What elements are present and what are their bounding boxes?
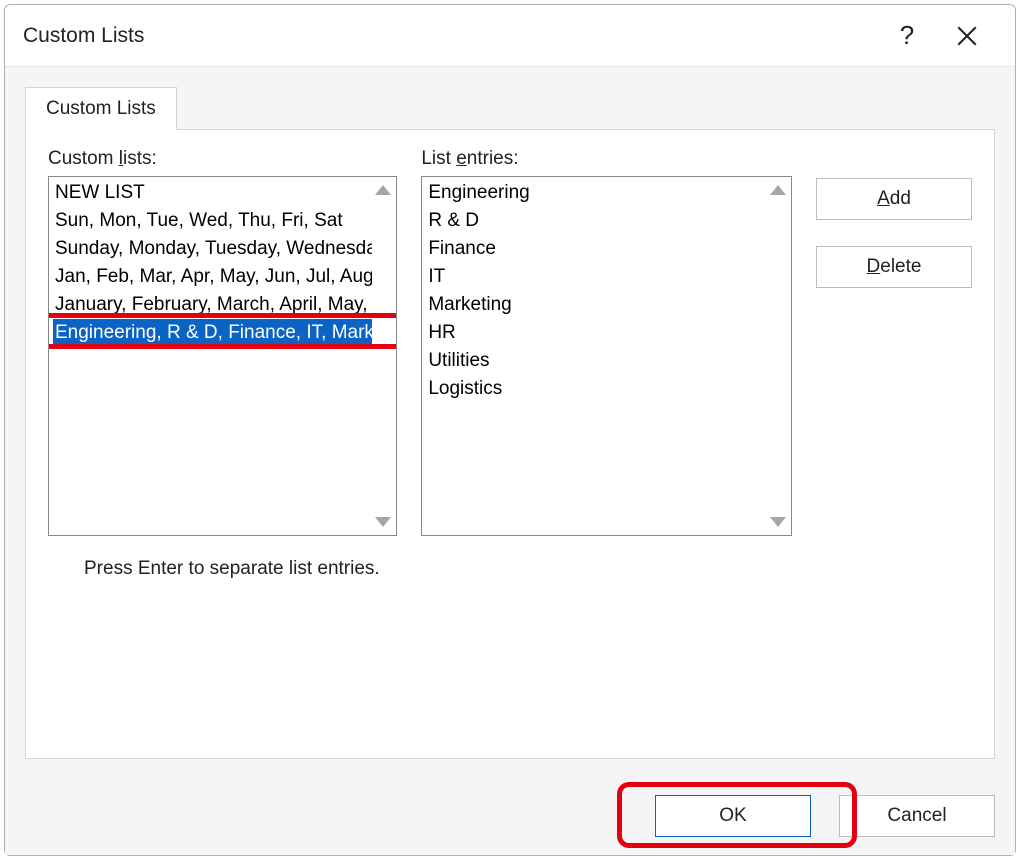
dialog-footer: OK Cancel — [5, 777, 1015, 855]
list-item[interactable]: HR — [426, 319, 767, 347]
dialog-body: Custom Lists Custom lists: NEW LISTSun, … — [5, 67, 1015, 777]
list-item[interactable]: Sun, Mon, Tue, Wed, Thu, Fri, Sat — [53, 207, 372, 235]
delete-button[interactable]: Delete — [816, 246, 972, 288]
list-entries-listbox[interactable]: EngineeringR & DFinanceITMarketingHRUtil… — [421, 176, 792, 536]
help-button[interactable]: ? — [877, 14, 937, 58]
list-item[interactable]: Jan, Feb, Mar, Apr, May, Jun, Jul, Aug, … — [53, 263, 372, 291]
buttons-column: Add Delete — [816, 148, 972, 536]
list-entries-column: List entries: EngineeringR & DFinanceITM… — [421, 148, 792, 536]
list-item[interactable]: Engineering, R & D, Finance, IT, Marketi… — [53, 319, 372, 347]
hint-text: Press Enter to separate list entries. — [84, 558, 972, 580]
list-item[interactable]: Marketing — [426, 291, 767, 319]
scrollbar[interactable] — [372, 179, 394, 533]
close-icon — [957, 26, 977, 46]
custom-lists-dialog: Custom Lists ? Custom Lists Custom lists… — [4, 4, 1016, 856]
close-button[interactable] — [937, 14, 997, 58]
scrollbar[interactable] — [767, 179, 789, 533]
list-item[interactable]: Utilities — [426, 347, 767, 375]
list-item[interactable]: Finance — [426, 235, 767, 263]
list-item[interactable]: Logistics — [426, 375, 767, 403]
add-button[interactable]: Add — [816, 178, 972, 220]
list-item[interactable]: Engineering — [426, 179, 767, 207]
tab-panel: Custom lists: NEW LISTSun, Mon, Tue, Wed… — [25, 129, 995, 759]
list-item[interactable]: NEW LIST — [53, 179, 372, 207]
tab-custom-lists[interactable]: Custom Lists — [25, 87, 177, 130]
custom-lists-column: Custom lists: NEW LISTSun, Mon, Tue, Wed… — [48, 148, 397, 536]
custom-lists-listbox[interactable]: NEW LISTSun, Mon, Tue, Wed, Thu, Fri, Sa… — [48, 176, 397, 536]
scroll-down-icon — [375, 517, 391, 527]
custom-lists-label: Custom lists: — [48, 148, 397, 170]
cancel-button[interactable]: Cancel — [839, 795, 995, 837]
list-item[interactable]: Sunday, Monday, Tuesday, Wednesday, Thur… — [53, 235, 372, 263]
scroll-down-icon — [770, 517, 786, 527]
tab-strip: Custom Lists — [25, 87, 995, 129]
ok-button[interactable]: OK — [655, 795, 811, 837]
list-entries-label: List entries: — [421, 148, 792, 170]
list-item[interactable]: R & D — [426, 207, 767, 235]
scroll-up-icon — [375, 185, 391, 195]
list-item[interactable]: IT — [426, 263, 767, 291]
dialog-title: Custom Lists — [23, 24, 877, 48]
title-bar: Custom Lists ? — [5, 5, 1015, 67]
list-item[interactable]: January, February, March, April, May, Ju… — [53, 291, 372, 319]
scroll-up-icon — [770, 185, 786, 195]
